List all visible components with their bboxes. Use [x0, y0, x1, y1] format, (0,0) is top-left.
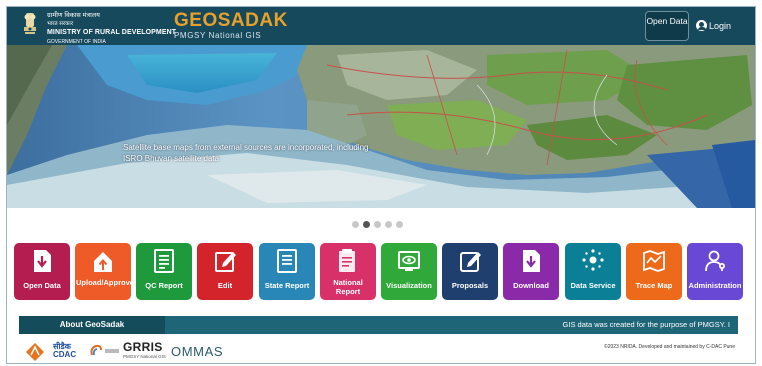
module-label: State Report [264, 281, 310, 290]
data-service-icon [582, 249, 604, 271]
about-geosadak-tab[interactable]: About GeoSadak [19, 316, 165, 334]
module-label: QC Report [145, 281, 183, 290]
module-label: Open Data [23, 281, 61, 290]
module-tile-edit[interactable]: Edit [197, 243, 253, 300]
module-tile-open-data[interactable]: Open Data [14, 243, 70, 300]
user-icon [696, 20, 707, 31]
module-label: Visualization [386, 281, 432, 290]
top-navigation-bar: ग्रामीण विकास मंत्रालय भारत सरकार MINIST… [7, 7, 755, 45]
module-label: Proposals [451, 281, 489, 290]
swirl-logo-icon [90, 344, 102, 356]
module-label: Upload/Approve [76, 278, 134, 287]
module-tile-qc-report[interactable]: QC Report [136, 243, 192, 300]
module-tile-national-report[interactable]: National Report [320, 243, 376, 300]
geosadak-logo[interactable]: GEOSADAK PMGSY National GIS [174, 10, 288, 41]
ommas-logo: OMMAS [171, 344, 224, 359]
news-ticker: GIS data was created for the purpose of … [562, 320, 730, 329]
copyright-text: ©2023 NRIDA. Developed and maintained by… [604, 344, 735, 350]
bharat-sarkar-text: भारत सरकार [47, 21, 74, 27]
module-tile-download[interactable]: Download [503, 243, 559, 300]
brand-name: GEOSADAK [174, 10, 288, 31]
hero-caption-line-1: Satellite base maps from external source… [123, 143, 369, 152]
module-label: National Report [333, 278, 363, 296]
module-tile-visualization[interactable]: Visualization [381, 243, 437, 300]
carousel-dot[interactable] [374, 221, 381, 228]
module-label: Data Service [570, 281, 616, 290]
visualization-icon [398, 251, 420, 271]
grris-subtitle: PMGSY National GIS [123, 354, 166, 359]
ministry-hindi-text: ग्रामीण विकास मंत्रालय [47, 12, 100, 19]
report-icon [154, 249, 174, 273]
administration-icon [705, 250, 725, 272]
hero-caption-line-2: ISRO Bhuvan satellite data [123, 154, 220, 163]
ministry-english-text: MINISTRY OF RURAL DEVELOPMENT [47, 29, 177, 36]
module-tile-upload-approve[interactable]: Upload/Approve [75, 243, 134, 300]
state-report-icon [277, 249, 297, 273]
digital-india-logo [89, 344, 119, 358]
carousel-dot[interactable] [385, 221, 392, 228]
hero-caption: Satellite base maps from external source… [123, 142, 368, 164]
open-data-button[interactable]: Open Data [645, 11, 689, 41]
carousel-dot-active[interactable] [363, 221, 370, 228]
module-tile-proposals[interactable]: Proposals [442, 243, 498, 300]
footer-logos: सीडैक CDAC GRRIS PMGSY National GIS OMMA… [19, 340, 739, 362]
module-tiles: Open Data Upload/Approve QC Report Edit … [14, 243, 750, 300]
download-icon [523, 250, 540, 272]
pmgsy-logo-icon [26, 343, 44, 361]
trace-map-icon [643, 250, 665, 272]
edit-icon [215, 252, 236, 272]
cdac-logo: सीडैक CDAC [53, 343, 76, 359]
app-frame: ग्रामीण विकास मंत्रालय भारत सरकार MINIST… [6, 6, 756, 364]
download-doc-icon [34, 250, 51, 272]
satellite-image [7, 45, 755, 208]
ministry-title-block: ग्रामीण विकास मंत्रालय भारत सरकार MINIST… [47, 12, 176, 46]
satellite-hero-banner: Satellite base maps from external source… [7, 45, 755, 208]
cdac-english: CDAC [53, 350, 77, 359]
login-label: Login [709, 20, 732, 31]
module-tile-data-service[interactable]: Data Service [565, 243, 621, 300]
grris-logo: GRRIS PMGSY National GIS [123, 341, 166, 362]
carousel-dot[interactable] [352, 221, 359, 228]
carousel-indicators [352, 221, 403, 228]
upload-home-icon [94, 252, 112, 272]
national-emblem-icon [24, 13, 36, 34]
proposals-icon [460, 252, 481, 272]
logo-text-bar [105, 349, 119, 353]
carousel-dot[interactable] [396, 221, 403, 228]
module-tile-trace-map[interactable]: Trace Map [626, 243, 682, 300]
module-label: Trace Map [635, 281, 673, 290]
module-tile-administration[interactable]: Administration [687, 243, 743, 300]
module-label: Administration [688, 281, 742, 290]
module-label: Download [513, 281, 549, 290]
module-label: Edit [217, 281, 233, 290]
login-link[interactable]: Login [696, 20, 731, 31]
national-report-icon [339, 249, 355, 272]
module-tile-state-report[interactable]: State Report [259, 243, 315, 300]
about-bar: About GeoSadak GIS data was created for … [19, 316, 738, 334]
brand-subtitle: PMGSY National GIS [174, 31, 262, 40]
